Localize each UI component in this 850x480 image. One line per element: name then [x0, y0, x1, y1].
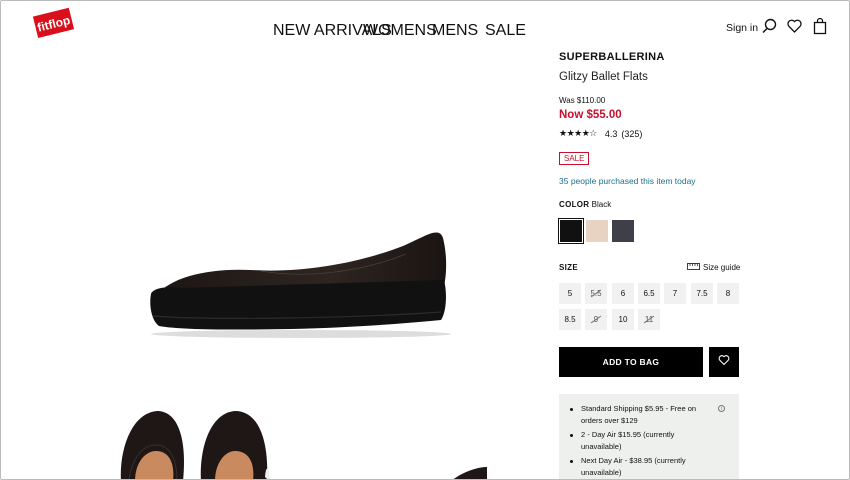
- product-name: Glitzy Ballet Flats: [559, 71, 648, 83]
- size-option-unavailable[interactable]: 5.5: [585, 283, 607, 304]
- color-label: COLOR: [559, 200, 590, 209]
- product-image-top[interactable]: [111, 401, 491, 479]
- sign-in-link[interactable]: Sign in: [726, 22, 758, 34]
- shipping-nextday-text: Next Day Air - $38.95 (currently unavail…: [581, 456, 686, 477]
- fitflop-logo[interactable]: fitflop: [32, 6, 75, 40]
- product-brand: SUPERBALLERINA: [559, 51, 665, 63]
- swatch-charcoal[interactable]: [612, 220, 634, 242]
- nav-womens[interactable]: WOMENS: [363, 22, 437, 40]
- rating-value: 4.3: [604, 128, 618, 139]
- heart-icon: [718, 353, 730, 371]
- add-to-bag-button[interactable]: ADD TO BAG: [559, 347, 703, 377]
- sale-badge: SALE: [559, 152, 590, 165]
- add-to-wishlist-button[interactable]: [709, 347, 739, 377]
- heart-icon[interactable]: [787, 18, 802, 39]
- size-option[interactable]: 10: [612, 309, 634, 330]
- size-option[interactable]: 5: [559, 283, 581, 304]
- search-icon[interactable]: [762, 18, 777, 39]
- ruler-icon: [687, 263, 700, 272]
- size-guide-link[interactable]: Size guide: [687, 263, 740, 272]
- size-option-unavailable[interactable]: 11: [638, 309, 660, 330]
- bag-icon[interactable]: [813, 17, 827, 40]
- shipping-info-box: i Standard Shipping $5.95 - Free on orde…: [559, 394, 739, 479]
- size-option[interactable]: 7.5: [691, 283, 713, 304]
- size-guide-label: Size guide: [703, 263, 741, 272]
- shipping-standard: Standard Shipping $5.95 - Free on orders…: [569, 403, 709, 427]
- size-option[interactable]: 8.5: [559, 309, 581, 330]
- color-label-row: COLOR Black: [559, 200, 611, 209]
- rating-stars: ★★★★☆: [559, 128, 597, 138]
- rating-count: (325): [621, 128, 643, 139]
- social-proof-text: 35 people purchased this item today: [559, 176, 696, 186]
- was-price: Was $110.00: [559, 96, 606, 105]
- swatch-black[interactable]: [558, 218, 584, 244]
- shipping-2day: 2 - Day Air $15.95 (currently unavailabl…: [569, 429, 709, 453]
- size-option[interactable]: 6.5: [638, 283, 660, 304]
- size-option[interactable]: 7: [664, 283, 686, 304]
- size-label: SIZE: [559, 263, 578, 272]
- nav-sale[interactable]: SALE: [485, 22, 526, 40]
- now-price: Now $55.00: [559, 109, 622, 121]
- product-image-side[interactable]: [141, 216, 461, 346]
- rating-summary[interactable]: ★★★★☆ 4.3 (325): [559, 128, 642, 139]
- shipping-2day-text: 2 - Day Air $15.95 (currently unavailabl…: [581, 430, 675, 451]
- color-value: Black: [591, 200, 612, 209]
- page-frame: fitflop NEW ARRIVALS WOMENS MENS SALE Si…: [0, 0, 850, 480]
- size-option[interactable]: 8: [717, 283, 739, 304]
- info-icon[interactable]: i: [718, 405, 725, 412]
- size-option-unavailable[interactable]: 9: [585, 309, 607, 330]
- swatch-nude[interactable]: [586, 220, 608, 242]
- nav-mens[interactable]: MENS: [432, 22, 478, 40]
- size-option[interactable]: 6: [612, 283, 634, 304]
- shipping-nextday: Next Day Air - $38.95 (currently unavail…: [569, 455, 709, 479]
